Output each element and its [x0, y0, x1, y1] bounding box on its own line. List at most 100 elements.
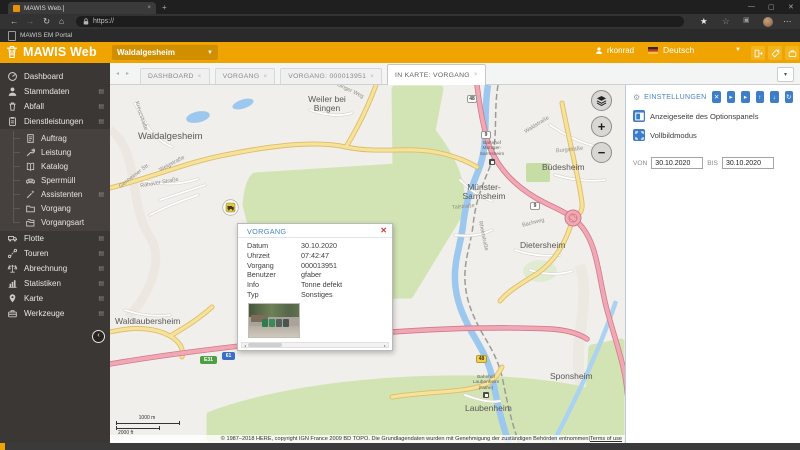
- tab-scroll-right-icon[interactable]: ▸: [126, 70, 129, 77]
- panel-close-button[interactable]: ✕: [712, 91, 721, 103]
- popup-row: Datum 30.10.2020: [247, 241, 337, 251]
- sidebar-item-auftrag[interactable]: Auftrag: [0, 131, 110, 145]
- popup-horizontal-scrollbar[interactable]: ◂ ▸: [241, 342, 389, 348]
- refresh-icon[interactable]: ↻: [43, 16, 50, 27]
- bookmark-label[interactable]: MAWIS EM Portal: [20, 32, 72, 39]
- window-minimize-button[interactable]: —: [748, 3, 755, 10]
- expander-icon[interactable]: ▤: [98, 235, 104, 242]
- route-shield-9: 9: [530, 202, 540, 210]
- expander-icon[interactable]: ▤: [98, 250, 104, 257]
- back-icon[interactable]: ←: [10, 16, 19, 26]
- expander-icon[interactable]: ▤: [98, 310, 104, 317]
- map-canvas[interactable]: Weiler bei Bingen Waldalgesheim Münster-…: [110, 85, 625, 443]
- panel-side-icon: [633, 110, 645, 122]
- tab-dashboard[interactable]: DASHBOARD ×: [140, 68, 210, 84]
- scroll-right-icon[interactable]: ▸: [382, 343, 388, 348]
- expander-icon[interactable]: ▤: [98, 118, 104, 125]
- tab-close-icon[interactable]: ×: [474, 72, 478, 78]
- terms-of-use-link[interactable]: Terms of use: [590, 436, 622, 442]
- bottom-edge: [0, 443, 800, 450]
- route-shield-48: 48: [467, 95, 477, 103]
- tab-in-karte-vorgang[interactable]: IN KARTE: VORGANG ×: [387, 64, 486, 85]
- url-bar[interactable]: https://: [76, 16, 684, 27]
- bottom-edge-accent: [0, 443, 5, 450]
- collections-icon[interactable]: ▣: [743, 16, 750, 24]
- expander-icon[interactable]: ▤: [98, 280, 104, 287]
- sidebar-item-abrechnung[interactable]: Abrechnung ▤: [0, 261, 110, 276]
- sidebar-item-leistung[interactable]: Leistung: [0, 145, 110, 159]
- briefcase-button[interactable]: [785, 46, 799, 60]
- window-maximize-button[interactable]: ▢: [768, 3, 775, 11]
- layers-button[interactable]: [591, 90, 612, 111]
- tab-close-icon[interactable]: ×: [198, 74, 202, 80]
- attribution-text: © 1987–2018 HERE, copyright IGN France 2…: [220, 436, 590, 442]
- sidebar-item-vorgangsart[interactable]: Vorgangsart: [0, 215, 110, 229]
- tab-list-dropdown[interactable]: ▾: [777, 67, 794, 82]
- window-close-button[interactable]: ✕: [788, 3, 794, 11]
- sidebar-item-flotte[interactable]: Flotte ▤: [0, 231, 110, 246]
- option-display-side[interactable]: Anzeigeseite des Optionspanels: [633, 110, 793, 122]
- sidebar-item-touren[interactable]: Touren ▤: [0, 246, 110, 261]
- tab-vorgang-detail[interactable]: VORGANG: 000013951 ×: [280, 68, 383, 84]
- sidebar-item-assistenten[interactable]: Assistenten ▤: [0, 187, 110, 201]
- expander-icon[interactable]: ▤: [98, 103, 104, 110]
- expander-icon[interactable]: ▤: [98, 265, 104, 272]
- expander-icon[interactable]: ▤: [98, 191, 104, 198]
- scrollbar-thumb[interactable]: [248, 343, 282, 347]
- option-fullscreen[interactable]: Vollbildmodus: [633, 129, 793, 141]
- tag-button[interactable]: [768, 46, 782, 60]
- popup-row: Typ Sonstiges: [247, 289, 333, 299]
- sidebar-item-statistiken[interactable]: Statistiken ▤: [0, 276, 110, 291]
- expander-icon[interactable]: ▤: [98, 88, 104, 95]
- sidebar-item-werkzeuge[interactable]: Werkzeuge ▤: [0, 306, 110, 321]
- sidebar-item-sperrmuell[interactable]: Sperrmüll: [0, 173, 110, 187]
- language-dropdown[interactable]: Deutsch: [648, 45, 694, 55]
- sidebar-item-katalog[interactable]: Katalog: [0, 159, 110, 173]
- browser-menu-icon[interactable]: ⋯: [783, 16, 792, 27]
- panel-refresh-button[interactable]: ↻: [784, 91, 793, 103]
- sidebar-item-abfall[interactable]: Abfall ▤: [0, 99, 110, 114]
- sidebar-item-dienstleistungen[interactable]: Dienstleistungen ▤: [0, 114, 110, 129]
- expander-icon[interactable]: ▤: [98, 295, 104, 302]
- bis-date-input[interactable]: [721, 157, 774, 169]
- avatar[interactable]: [763, 16, 773, 27]
- sidebar-item-vorgang[interactable]: Vorgang: [0, 201, 110, 215]
- panel-move-down-button[interactable]: ↓: [770, 91, 779, 103]
- panel-move-up-button[interactable]: ↑: [755, 91, 765, 103]
- sidebar-collapse-toggle[interactable]: ‹: [92, 330, 105, 343]
- incident-photo[interactable]: [248, 303, 300, 338]
- language-chevron-icon[interactable]: ▼: [735, 47, 741, 53]
- add-favorite-icon[interactable]: ☆: [722, 16, 730, 27]
- tab-vorgang[interactable]: VORGANG ×: [214, 68, 276, 84]
- home-icon[interactable]: ⌂: [59, 16, 64, 26]
- route-shield-9: 9: [481, 131, 491, 139]
- town-label: Sponsheim: [550, 371, 593, 381]
- von-label: VON: [633, 159, 648, 167]
- tab-close-icon[interactable]: ×: [370, 74, 374, 80]
- vorgang-map-marker[interactable]: [222, 199, 239, 216]
- logout-button[interactable]: [751, 46, 765, 60]
- favorites-star-icon[interactable]: ★: [700, 16, 708, 27]
- forward-icon[interactable]: →: [26, 16, 35, 26]
- route-icon: [7, 248, 18, 259]
- zoom-in-button[interactable]: +: [591, 116, 612, 137]
- new-tab-button[interactable]: +: [162, 3, 167, 12]
- panel-dock-left-button[interactable]: ▸: [726, 91, 736, 103]
- municipality-dropdown[interactable]: Waldalgesheim ▼: [112, 45, 218, 60]
- sidebar-item-dashboard[interactable]: Dashboard: [0, 69, 110, 84]
- popup-title: VORGANG: [247, 227, 287, 236]
- sidebar-item-stammdaten[interactable]: Stammdaten ▤: [0, 84, 110, 99]
- popup-row: Benutzer gfaber: [247, 270, 322, 280]
- browser-tab[interactable]: MAWIS Web.] ×: [8, 2, 156, 14]
- tab-scroll-left-icon[interactable]: ◂: [116, 70, 119, 77]
- von-date-input[interactable]: [651, 157, 704, 169]
- station-icon: [489, 159, 495, 165]
- gear-icon: ⚙: [633, 92, 641, 102]
- tab-close-icon[interactable]: ×: [263, 74, 267, 80]
- popup-close-icon[interactable]: ✕: [380, 226, 387, 235]
- sidebar-item-karte[interactable]: Karte ▤: [0, 291, 110, 306]
- panel-dock-right-button[interactable]: ▸: [741, 91, 750, 103]
- tab-close-icon[interactable]: ×: [147, 5, 151, 11]
- user-menu[interactable]: rkonrad: [595, 46, 634, 55]
- zoom-out-button[interactable]: −: [591, 142, 612, 163]
